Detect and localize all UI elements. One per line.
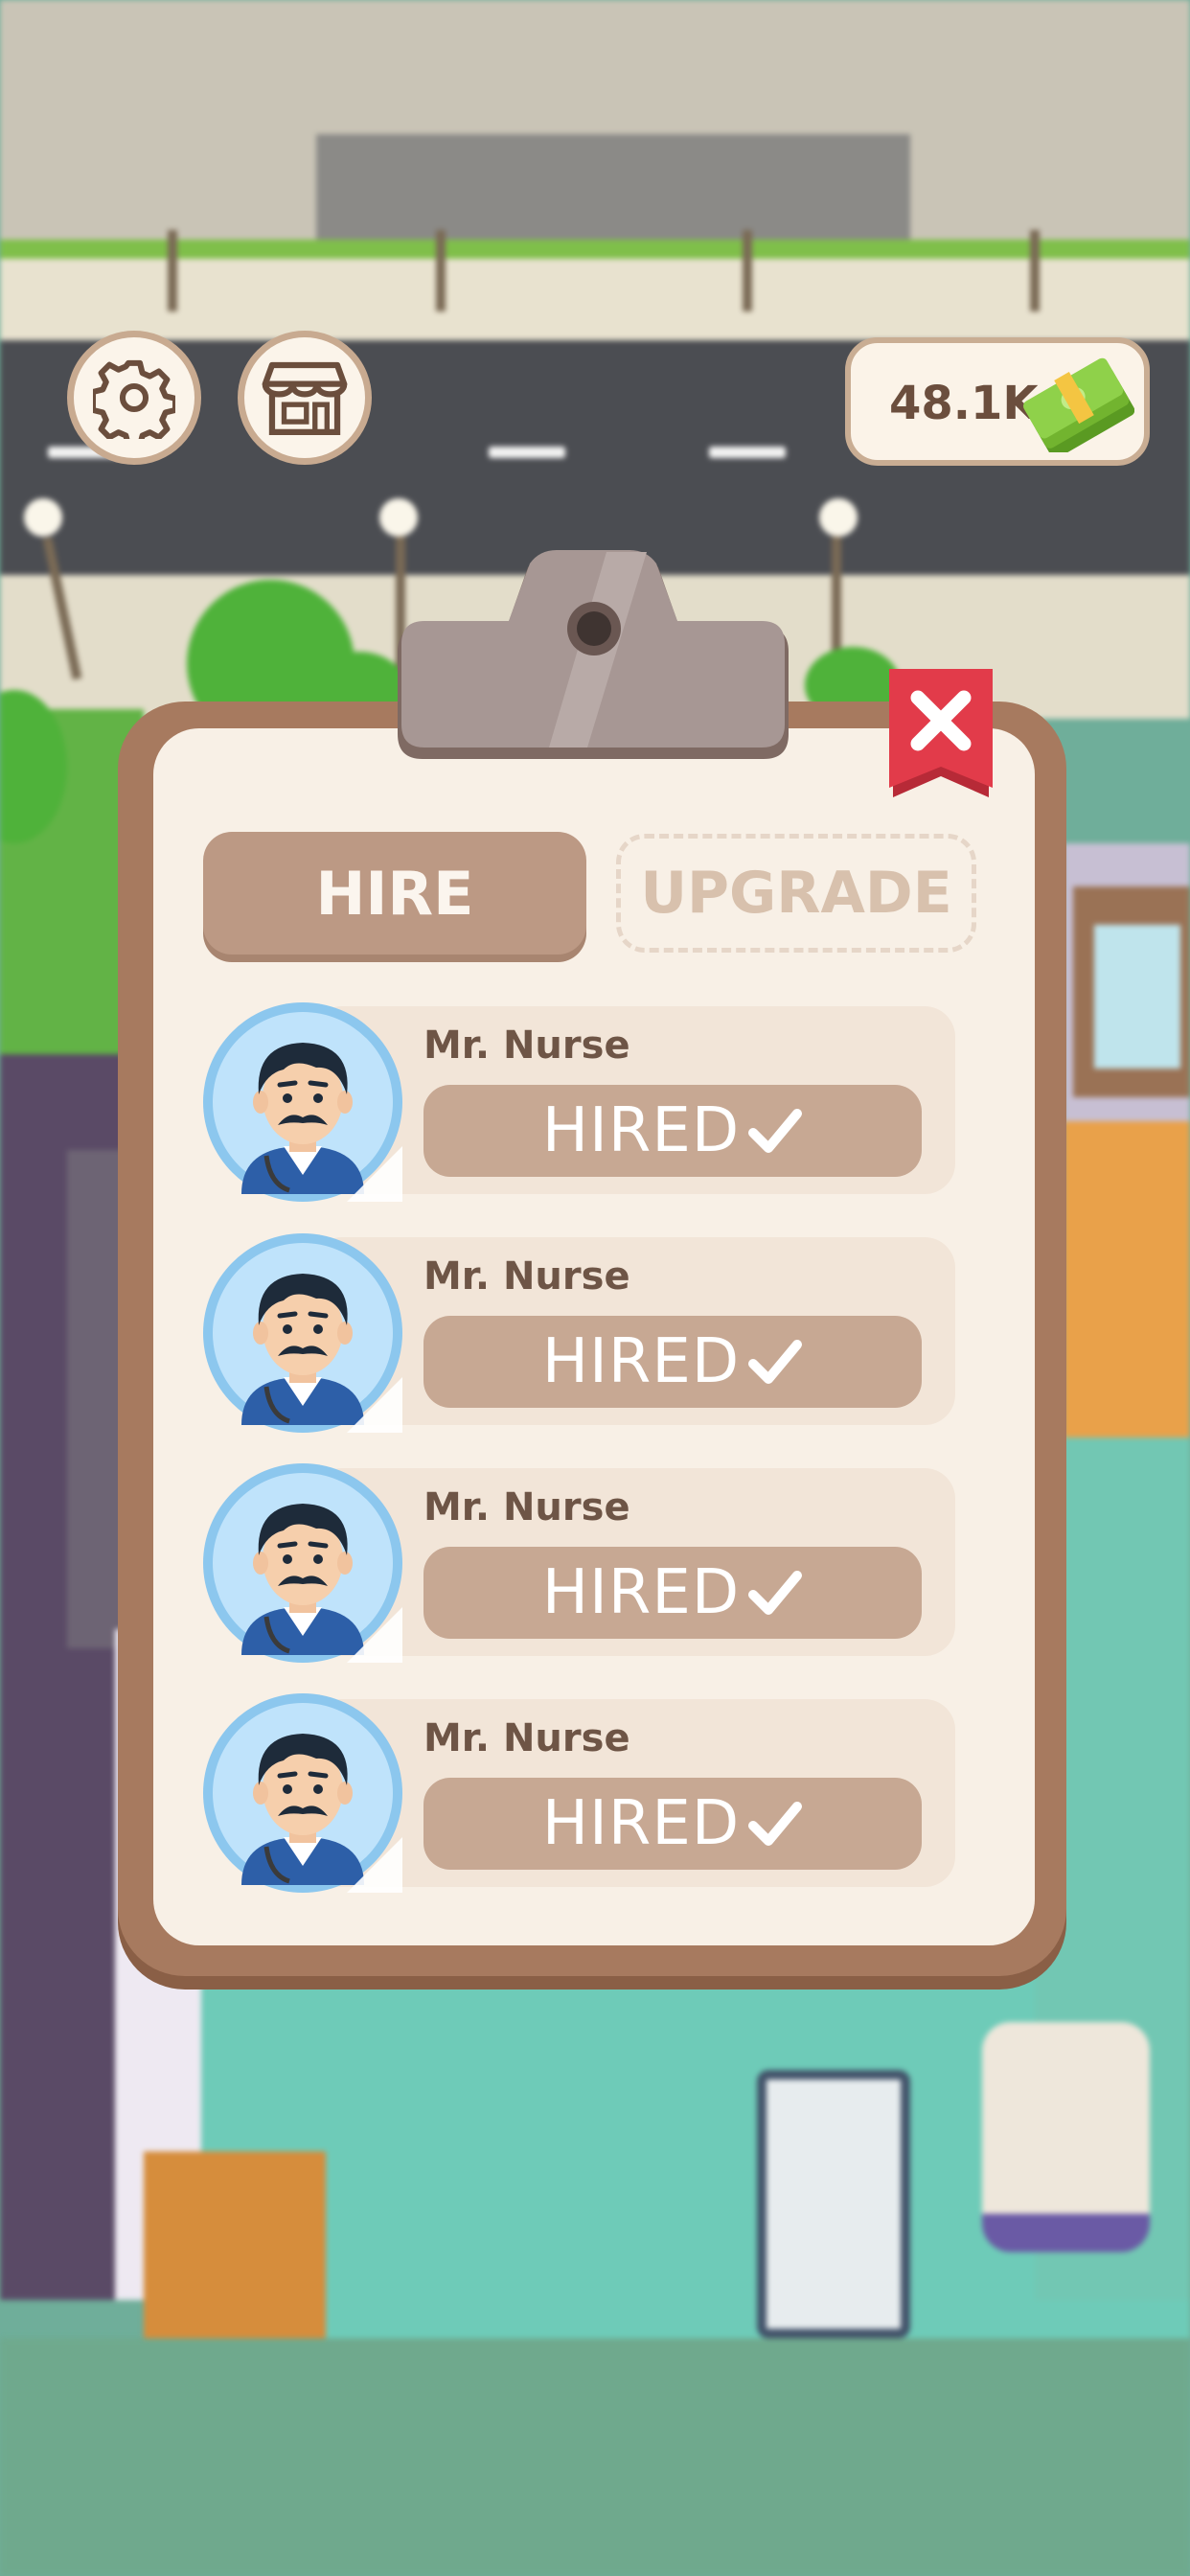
nurse-avatar <box>203 1693 402 1893</box>
cash-stack-icon <box>1023 357 1134 452</box>
currency-display: 48.1K <box>845 337 1150 466</box>
staff-name: Mr. Nurse <box>423 1254 630 1299</box>
nurse-avatar <box>203 1002 402 1202</box>
hired-label: HIRED <box>541 1557 741 1628</box>
shop-icon <box>262 361 348 435</box>
pet-carrier <box>982 2022 1150 2252</box>
hired-label: HIRED <box>541 1788 741 1859</box>
checkmark-icon <box>748 1109 803 1153</box>
hired-button[interactable]: HIRED <box>423 1778 922 1870</box>
hired-label: HIRED <box>541 1095 741 1166</box>
street-lamp <box>819 498 858 537</box>
shelf <box>144 2151 326 2343</box>
street-lamp <box>24 498 62 537</box>
staff-name: Mr. Nurse <box>423 1716 630 1760</box>
tab-upgrade-label: UPGRADE <box>640 860 952 927</box>
hired-button[interactable]: HIRED <box>423 1316 922 1408</box>
counter <box>1064 1121 1190 1438</box>
building-backdrop <box>0 0 1190 259</box>
checkmark-icon <box>748 1340 803 1384</box>
tab-hire-label: HIRE <box>315 858 474 929</box>
gear-icon <box>93 359 175 439</box>
close-button[interactable] <box>883 669 998 805</box>
staff-name: Mr. Nurse <box>423 1024 630 1068</box>
street-lamp <box>379 498 418 537</box>
hired-button[interactable]: HIRED <box>423 1085 922 1177</box>
nurse-avatar <box>203 1233 402 1433</box>
nurse-avatar <box>203 1463 402 1663</box>
currency-value: 48.1K <box>889 377 1039 430</box>
staff-name: Mr. Nurse <box>423 1485 630 1530</box>
shop-button[interactable] <box>238 331 372 465</box>
checkmark-icon <box>748 1571 803 1615</box>
sidewalk <box>0 259 1190 345</box>
hired-label: HIRED <box>541 1326 741 1397</box>
stretcher <box>757 2070 910 2338</box>
settings-button[interactable] <box>67 331 201 465</box>
window <box>1073 886 1190 1097</box>
hired-button[interactable]: HIRED <box>423 1547 922 1639</box>
tab-hire[interactable]: HIRE <box>203 832 586 954</box>
tab-upgrade[interactable]: UPGRADE <box>616 834 976 953</box>
clipboard-clip <box>398 550 789 759</box>
checkmark-icon <box>748 1802 803 1846</box>
